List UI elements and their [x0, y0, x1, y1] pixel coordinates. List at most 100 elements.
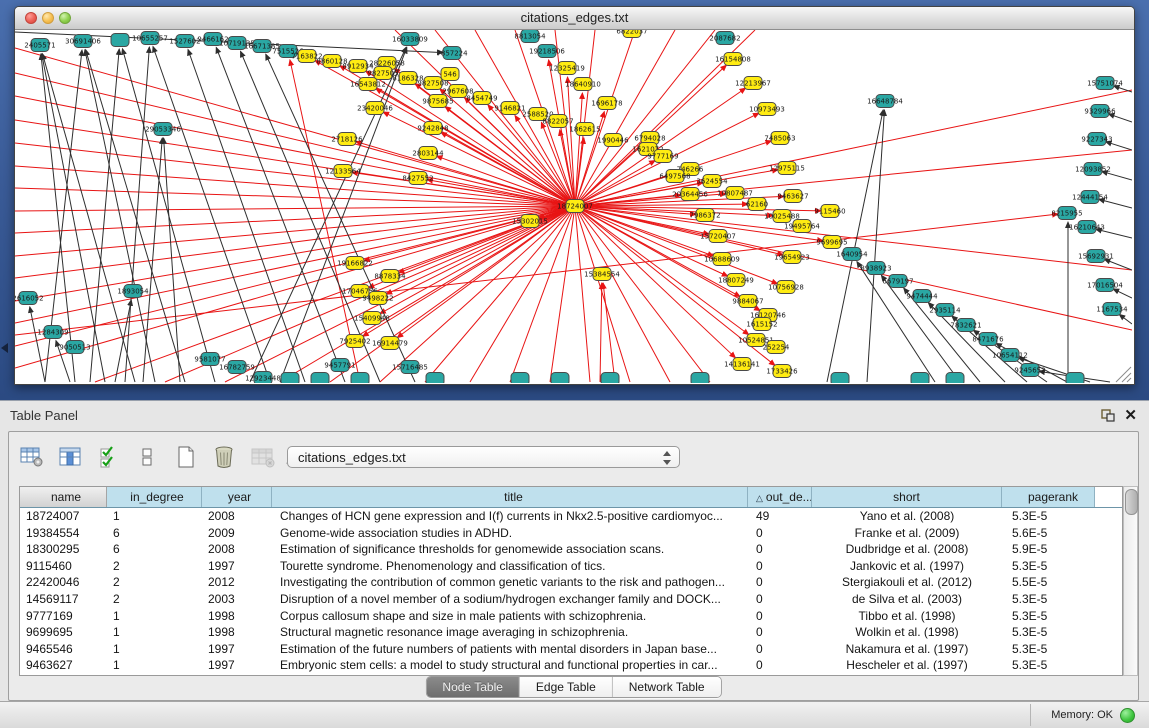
column-header-year[interactable]: year [202, 487, 272, 507]
graph-node[interactable]: 9699695 [816, 236, 847, 249]
graph-node[interactable]: 18807249 [718, 274, 754, 287]
graph-edge[interactable] [216, 47, 345, 382]
table-row[interactable]: 969969511998Structural magnetic resonanc… [20, 624, 1122, 641]
table-cell[interactable]: Estimation of significance thresholds fo… [272, 541, 748, 558]
graph-node[interactable]: 12444154 [1072, 191, 1108, 204]
table-cell[interactable]: Structural magnetic resonance image aver… [272, 624, 748, 641]
table-cell[interactable]: 14569117 [20, 591, 107, 608]
table-cell[interactable]: Embryonic stem cells: a model to study s… [272, 657, 748, 674]
graph-node[interactable]: 12093852 [1075, 163, 1111, 176]
graph-node[interactable]: 18640910 [565, 78, 601, 91]
table-cell[interactable]: Estimation of the future numbers of pati… [272, 641, 748, 658]
graph-edge[interactable] [867, 110, 884, 382]
graph-node[interactable]: 12213967 [735, 77, 771, 90]
citation-network-graph[interactable]: 2405571306914061065525715276029466162107… [15, 30, 1132, 383]
graph-node[interactable] [691, 373, 709, 384]
table-cell[interactable]: 9465546 [20, 641, 107, 658]
graph-node[interactable]: 9227343 [1081, 133, 1112, 146]
tab-node-table[interactable]: Node Table [426, 677, 520, 697]
table-vertical-scrollbar[interactable] [1123, 486, 1138, 676]
table-cell[interactable]: 1998 [202, 624, 272, 641]
graph-node[interactable]: 2087682 [709, 32, 740, 45]
graph-node[interactable]: 8938923 [860, 262, 891, 275]
graph-edge[interactable] [188, 49, 305, 382]
graph-edge[interactable] [164, 138, 180, 382]
table-cell[interactable]: 1997 [202, 657, 272, 674]
table-cell[interactable]: 0 [748, 641, 812, 658]
float-panel-icon[interactable] [1101, 409, 1115, 422]
table-cell[interactable]: 1 [107, 608, 202, 625]
graph-node[interactable]: 2718126 [331, 133, 363, 146]
table-row[interactable]: 1872400712008Changes of HCN gene express… [20, 508, 1122, 525]
table-cell[interactable]: 2003 [202, 591, 272, 608]
table-cell[interactable]: 18724007 [20, 508, 107, 525]
graph-edge[interactable] [1113, 289, 1132, 298]
graph-node[interactable]: 1696178 [591, 97, 622, 110]
table-panel-header[interactable]: Table Panel ✕ [0, 401, 1149, 429]
graph-node[interactable]: 19218506 [529, 45, 565, 58]
table-cell[interactable]: 9115460 [20, 558, 107, 575]
graph-node[interactable] [281, 373, 299, 384]
graph-node[interactable]: 29053346 [145, 123, 181, 136]
table-row[interactable]: 946554611997Estimation of the future num… [20, 641, 1122, 658]
graph-node[interactable]: 9457791 [324, 359, 355, 372]
graph-node[interactable]: 546 [441, 68, 459, 81]
table-cell[interactable]: 2008 [202, 508, 272, 525]
graph-node[interactable] [946, 373, 964, 384]
tab-edge-table[interactable]: Edge Table [520, 677, 613, 697]
graph-node[interactable] [601, 373, 619, 384]
table-row[interactable]: 911546021997Tourette syndrome. Phenomeno… [20, 558, 1122, 575]
graph-edge[interactable] [86, 50, 185, 382]
graph-node[interactable]: 1862615 [569, 123, 600, 136]
table-cell[interactable]: Corpus callosum shape and size in male p… [272, 608, 748, 625]
table-cell[interactable]: 1997 [202, 558, 272, 575]
table-cell[interactable]: 49 [748, 508, 812, 525]
graph-edge[interactable] [250, 47, 406, 382]
table-cell[interactable]: Dudbridge et al. (2008) [812, 541, 1002, 558]
table-cell[interactable]: Disruption of a novel member of a sodium… [272, 591, 748, 608]
graph-node[interactable]: 7832621 [950, 319, 981, 332]
table-cell[interactable]: 0 [748, 574, 812, 591]
table-cell[interactable]: Genome-wide association studies in ADHD. [272, 525, 748, 542]
graph-node[interactable] [351, 373, 369, 384]
graph-edge[interactable] [575, 30, 715, 206]
graph-node[interactable]: 30691406 [65, 35, 101, 48]
table-cell[interactable]: Investigating the contribution of common… [272, 574, 748, 591]
graph-node[interactable]: 17016504 [1087, 279, 1123, 292]
network-canvas[interactable]: 2405571306914061065525715276029466162107… [15, 30, 1132, 383]
table-cell[interactable]: 19384554 [20, 525, 107, 542]
table-cell[interactable]: Tibbo et al. (1998) [812, 608, 1002, 625]
table-cell[interactable]: 6 [107, 525, 202, 542]
graph-node[interactable]: 2616052 [15, 292, 44, 305]
graph-node[interactable]: 1640954 [836, 248, 868, 261]
graph-node[interactable]: 10973493 [749, 103, 785, 116]
graph-edge[interactable] [441, 132, 575, 206]
table-cell[interactable]: 2 [107, 591, 202, 608]
graph-node[interactable]: 1284309 [37, 326, 68, 339]
graph-node[interactable] [551, 373, 569, 384]
network-window-titlebar[interactable]: citations_edges.txt [15, 7, 1134, 30]
table-cell[interactable]: de Silva et al. (2003) [812, 591, 1002, 608]
graph-node[interactable]: 12975115 [769, 162, 805, 175]
graph-node[interactable] [911, 373, 929, 384]
memory-ok-indicator[interactable] [1120, 708, 1135, 723]
table-cell[interactable]: 2012 [202, 574, 272, 591]
table-cell[interactable]: 0 [748, 657, 812, 674]
graph-node[interactable]: 10655257 [132, 32, 168, 45]
table-settings-button[interactable] [15, 442, 49, 472]
scrollbar-thumb[interactable] [1125, 489, 1138, 515]
table-cell[interactable]: 0 [748, 525, 812, 542]
toggle-row-height-button[interactable] [130, 442, 164, 472]
graph-node[interactable]: 9146821 [494, 102, 525, 115]
table-row[interactable]: 2242004622012Investigating the contribut… [20, 574, 1122, 591]
graph-node[interactable]: 9115460 [814, 205, 845, 218]
graph-node[interactable]: 9329966 [1084, 105, 1116, 118]
graph-node[interactable] [511, 373, 529, 384]
graph-edge[interactable] [15, 96, 575, 206]
table-row[interactable]: 977716911998Corpus callosum shape and si… [20, 608, 1122, 625]
graph-edge[interactable] [153, 46, 270, 382]
graph-edge[interactable] [15, 206, 575, 323]
table-cell[interactable]: 0 [748, 608, 812, 625]
graph-node[interactable]: 7925402 [339, 335, 370, 348]
table-cell[interactable]: Hescheler et al. (1997) [812, 657, 1002, 674]
